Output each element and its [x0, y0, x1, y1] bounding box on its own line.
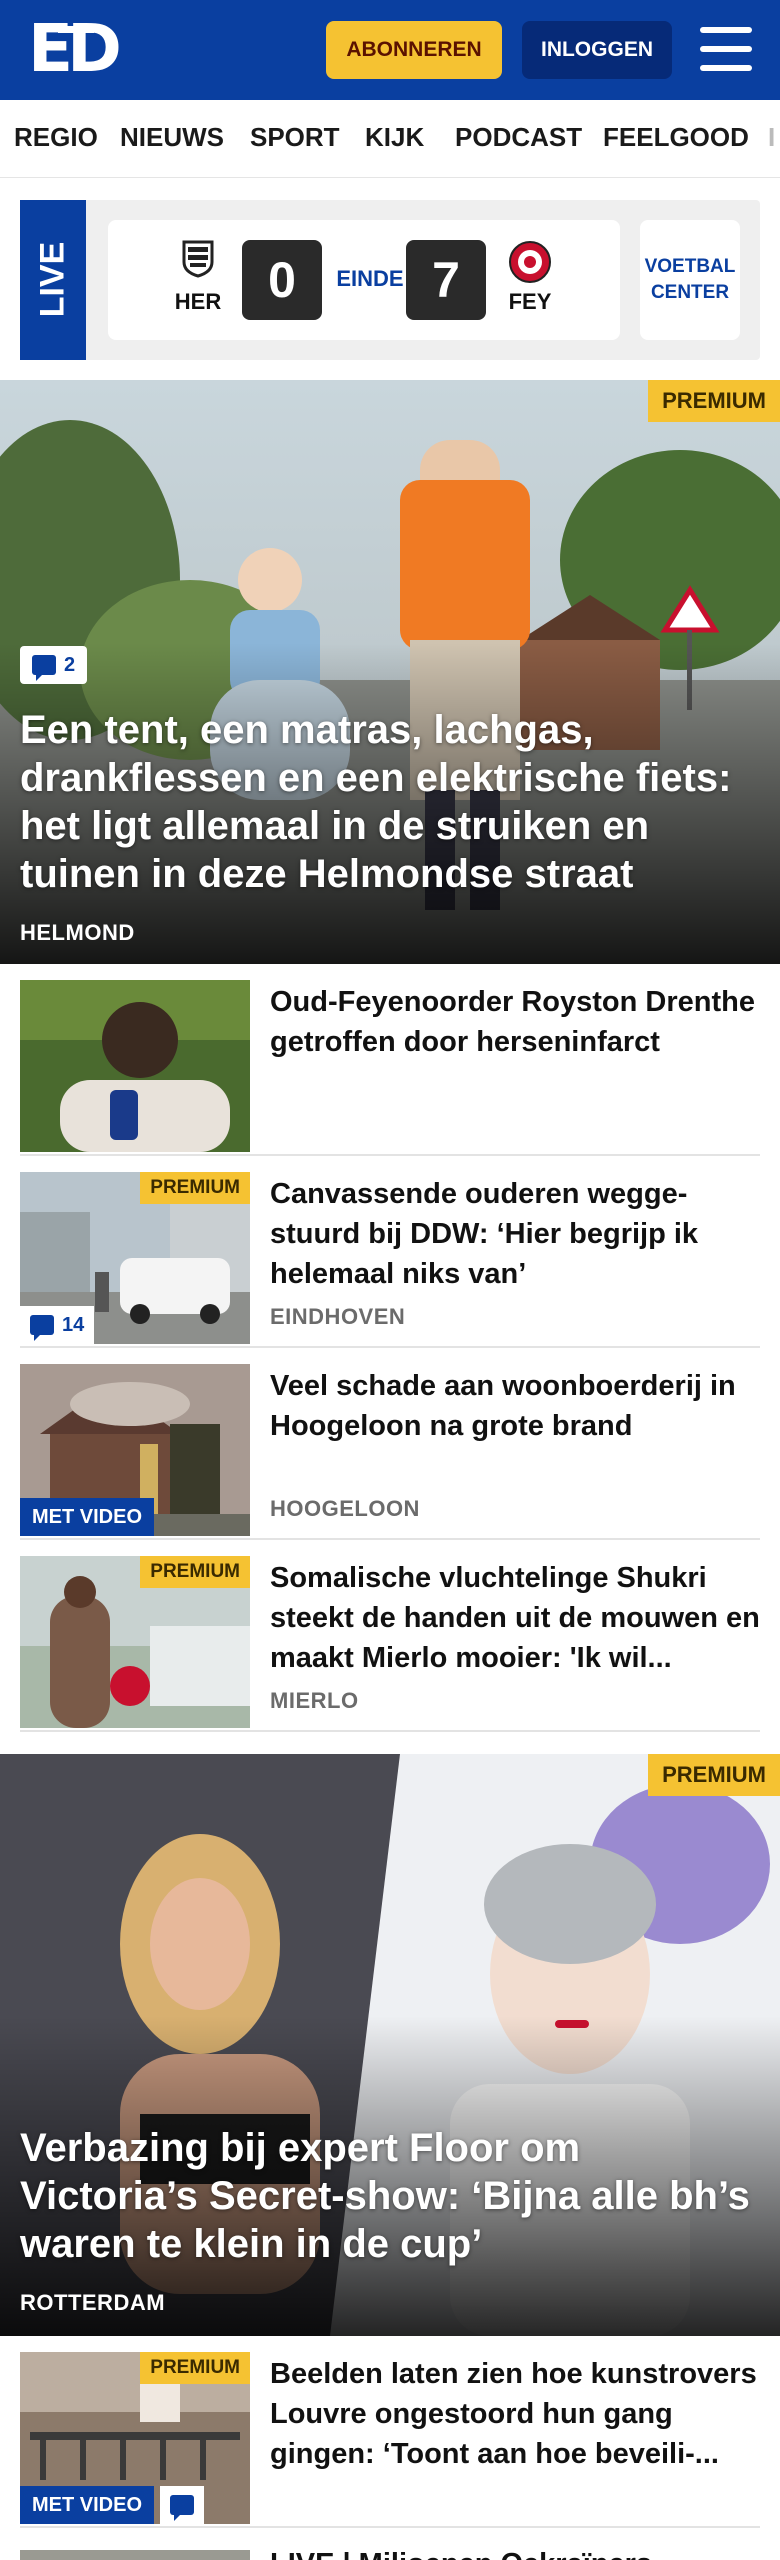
article-thumbnail: PREMIUM 14: [20, 1172, 250, 1344]
article-thumbnail: PREMIUM: [20, 1556, 250, 1728]
article-thumbnail: MET VIDEO: [20, 1364, 250, 1536]
live-label: LIVE: [33, 241, 72, 318]
hero-article-1[interactable]: PREMIUM 2 Een tent, een matras, lachgas,…: [0, 380, 780, 964]
away-score: 7: [406, 240, 486, 320]
list-item[interactable]: PREMIUM MET VIDEO Beelden laten zien hoe…: [20, 2336, 760, 2528]
premium-badge: PREMIUM: [140, 2352, 250, 2384]
comment-count: 14: [62, 1313, 85, 1336]
nav-item-overflow[interactable]: I: [768, 122, 775, 153]
heracles-crest-icon: [182, 240, 214, 278]
away-club: FEY: [500, 240, 560, 315]
top-bar: ED ABONNEREN INLOGGEN: [0, 0, 780, 100]
hero-article-2[interactable]: PREMIUM Verbazing bij expert Floor om Vi…: [0, 1754, 780, 2336]
hero-location: ROTTERDAM: [20, 2290, 166, 2315]
center-line-2: CENTER: [650, 282, 730, 303]
feyenoord-crest-icon: [509, 241, 551, 283]
comment-count: 2: [64, 653, 76, 676]
site-logo[interactable]: ED: [28, 16, 122, 82]
list-item[interactable]: MET VIDEO Veel schade aan woonboerderij …: [20, 1348, 760, 1540]
thumbnail-image: [20, 980, 250, 1152]
away-club-name: FEY: [508, 289, 552, 314]
article-thumbnail: [20, 980, 250, 1152]
comment-count-badge[interactable]: 14: [20, 1306, 95, 1344]
video-badge: MET VIDEO: [20, 2486, 155, 2524]
hero-title[interactable]: Een tent, een matras, lachgas, drankfles…: [20, 706, 760, 898]
video-badge: MET VIDEO: [20, 1498, 155, 1536]
article-title[interactable]: Oud-Feyenoorder Royston Drenthe getroffe…: [270, 982, 760, 1062]
home-score: 0: [242, 240, 322, 320]
article-location: MIERLO: [270, 1688, 359, 1713]
live-tag: LIVE: [20, 200, 86, 360]
hero-title[interactable]: Verbazing bij expert Floor om Victoria’s…: [20, 2124, 760, 2268]
article-title[interactable]: LIVE | Miljoenen Oekraïners...: [270, 2544, 760, 2560]
nav-item-podcast[interactable]: PODCAST: [455, 122, 582, 153]
section-nav: REGIO NIEUWS SPORT KIJK PODCAST FEELGOOD…: [0, 100, 780, 178]
list-item-partial[interactable]: LIVE | Miljoenen Oekraïners...: [20, 2538, 760, 2560]
article-thumbnail: [20, 2550, 250, 2560]
home-club-name: HER: [174, 289, 222, 314]
nav-item-kijk[interactable]: KIJK: [365, 122, 424, 153]
comment-badge[interactable]: [160, 2486, 204, 2524]
logo-accent: [58, 26, 94, 33]
article-location: EINDHOVEN: [270, 1304, 406, 1329]
subscribe-button[interactable]: ABONNEREN: [326, 21, 502, 79]
match-card[interactable]: HER 0 EINDE 7 FEY: [108, 220, 620, 340]
article-title[interactable]: Canvassende ouderen wegge­stuurd bij DDW…: [270, 1174, 760, 1294]
nav-item-feelgood[interactable]: FEELGOOD: [603, 122, 749, 153]
nav-item-sport[interactable]: SPORT: [250, 122, 340, 153]
comment-icon: [170, 2495, 194, 2521]
premium-badge: PREMIUM: [140, 1556, 250, 1588]
article-title[interactable]: Beelden laten zien hoe kunstro­vers Louv…: [270, 2354, 760, 2474]
premium-badge: PREMIUM: [140, 1172, 250, 1204]
nav-item-regio[interactable]: REGIO: [14, 122, 98, 153]
comment-count-badge[interactable]: 2: [20, 646, 88, 684]
list-item[interactable]: PREMIUM Somalische vluchtelinge Shukri s…: [20, 1540, 760, 1732]
hero-location: HELMOND: [20, 920, 135, 945]
article-thumbnail: PREMIUM MET VIDEO: [20, 2352, 250, 2524]
login-button[interactable]: INLOGGEN: [522, 21, 672, 79]
article-location: HOOGELOON: [270, 1496, 420, 1521]
article-title[interactable]: Veel schade aan woonboerderij in Hoogelo…: [270, 1366, 760, 1446]
comment-icon: [32, 655, 56, 681]
list-item[interactable]: Oud-Feyenoorder Royston Drenthe getroffe…: [20, 964, 760, 1156]
comment-icon: [30, 1315, 54, 1341]
voetbal-center-link[interactable]: VOETBAL CENTER: [640, 220, 740, 340]
logo-text: ED: [28, 10, 122, 87]
premium-badge: PREMIUM: [648, 380, 780, 422]
premium-badge: PREMIUM: [648, 1754, 780, 1796]
article-title[interactable]: Somalische vluchtelinge Shukri steekt de…: [270, 1558, 760, 1678]
center-line-1: VOETBAL: [644, 256, 736, 277]
list-item[interactable]: PREMIUM 14 Canvassende ouderen wegge­stu…: [20, 1156, 760, 1348]
home-club: HER: [168, 240, 228, 315]
menu-icon[interactable]: [700, 27, 752, 71]
nav-item-nieuws[interactable]: NIEUWS: [120, 122, 224, 153]
live-score-widget: LIVE HER 0 EINDE 7 FEY VOETBAL CENTER: [20, 200, 760, 360]
match-status: EINDE: [336, 266, 404, 291]
